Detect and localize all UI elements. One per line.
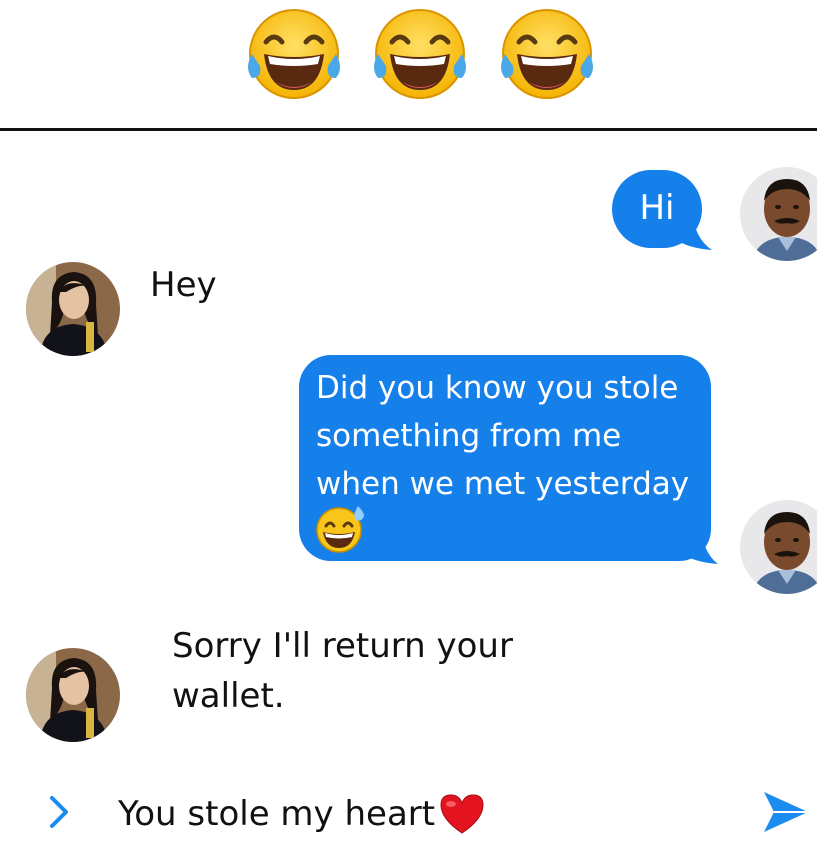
message-line: something from me xyxy=(316,418,622,454)
message-text: Hi xyxy=(639,188,675,228)
message-line: Did you know you stole xyxy=(316,370,679,406)
laughing-tears-emoji-2 xyxy=(370,6,470,102)
message-line: Sorry I'll return your xyxy=(172,626,513,666)
send-arrow-icon[interactable] xyxy=(760,788,812,836)
message-input[interactable]: You stole my heart xyxy=(118,790,487,838)
header-divider xyxy=(0,128,817,131)
chevron-right-icon[interactable] xyxy=(44,792,74,832)
message-line: wallet. xyxy=(172,676,285,716)
header xyxy=(0,0,817,130)
avatar-male-2[interactable] xyxy=(740,500,817,594)
red-heart-emoji xyxy=(437,791,487,837)
message-input-value: You stole my heart xyxy=(118,794,436,834)
laughing-tears-emoji-1 xyxy=(244,6,344,102)
laughing-tears-emoji-3 xyxy=(497,6,597,102)
avatar-male-1[interactable] xyxy=(740,167,817,261)
bubble-tail xyxy=(676,522,718,564)
avatar-female-1[interactable] xyxy=(26,262,120,356)
message-line: when we met yesterday xyxy=(316,466,690,502)
avatar-female-2[interactable] xyxy=(26,648,120,742)
message-text: Hey xyxy=(150,265,217,305)
grinning-sweat-emoji xyxy=(314,504,368,554)
